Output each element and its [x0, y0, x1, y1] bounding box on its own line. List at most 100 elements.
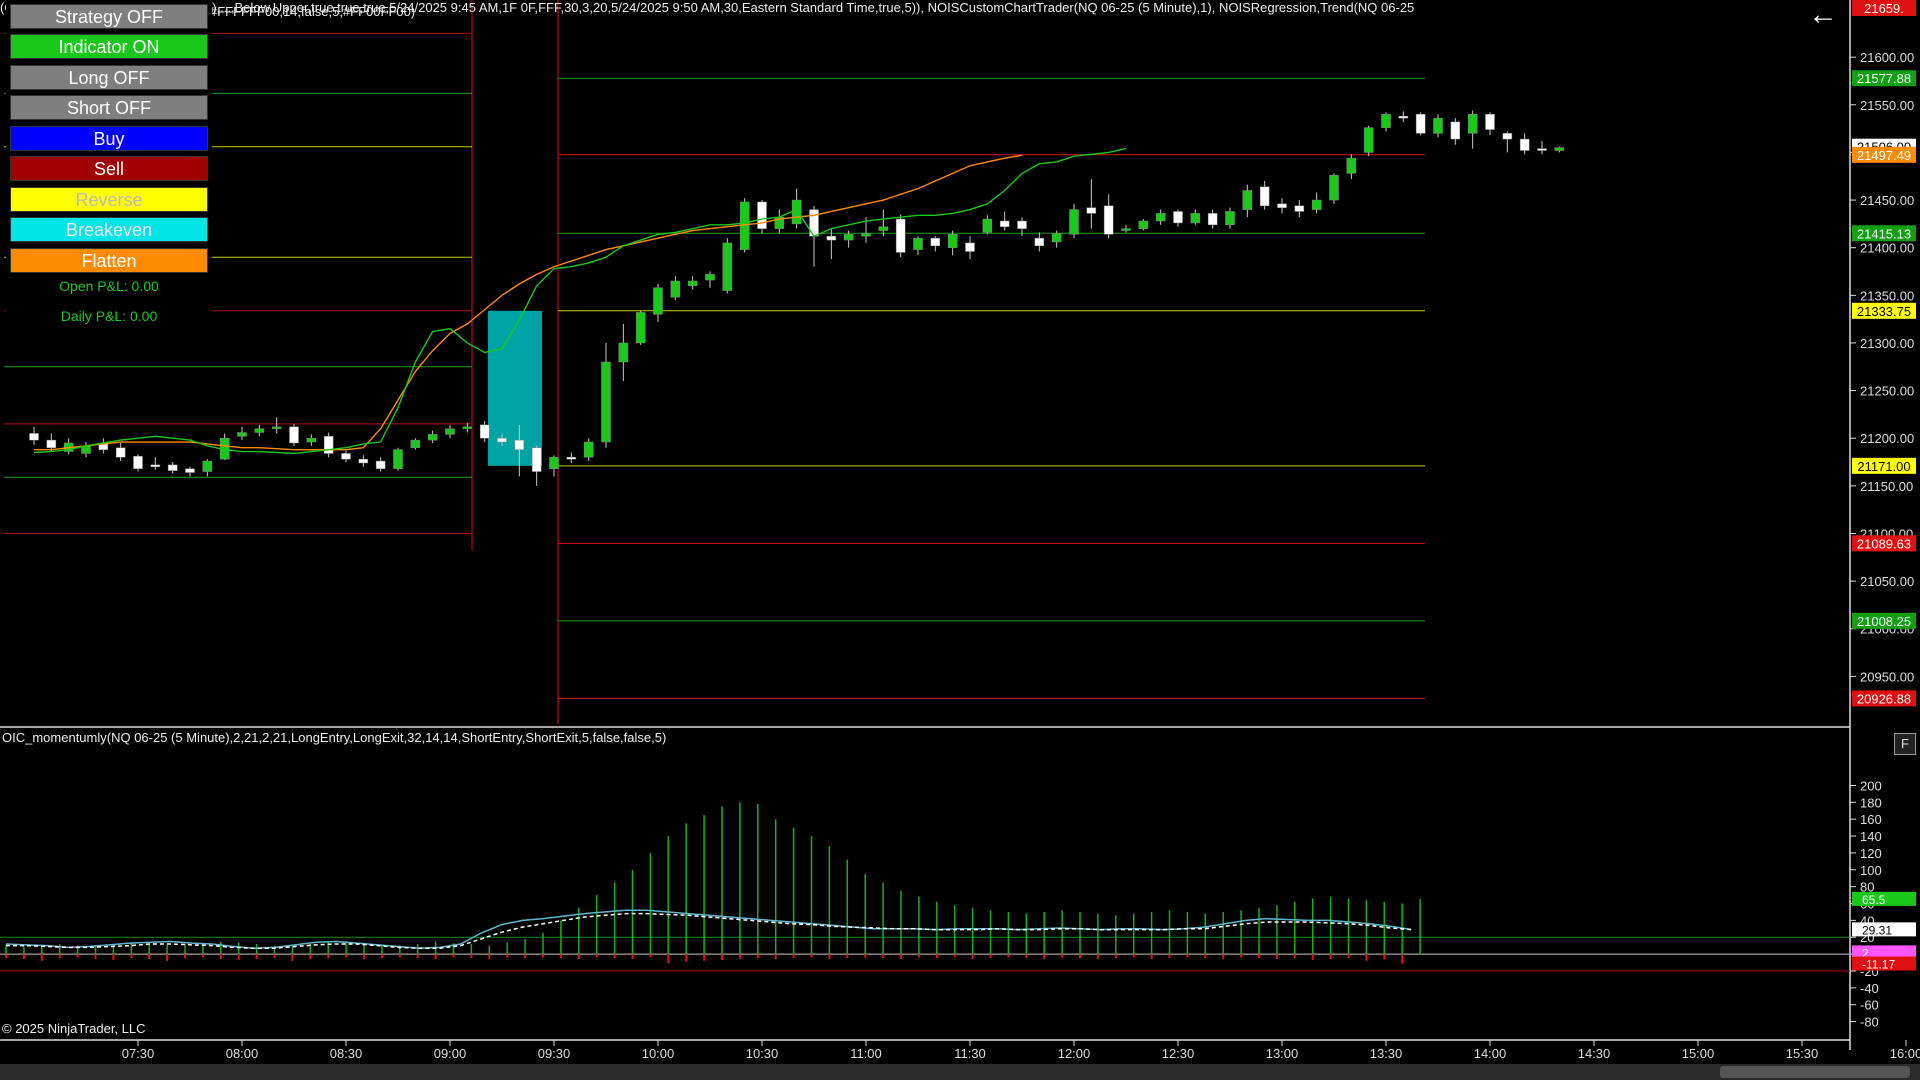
time-tick-label: 14:30 — [1578, 1046, 1611, 1061]
osc-main-line — [6, 912, 1412, 949]
breakeven-button[interactable]: Breakeven — [10, 217, 208, 242]
candle-body — [1138, 220, 1149, 229]
sell-button[interactable]: Sell — [10, 156, 208, 181]
osc-tick-label: 180 — [1860, 795, 1882, 810]
indicator-label: OIC_momentumly(NQ 06-25 (5 Minute),2,21,… — [2, 730, 667, 745]
scrollbar-thumb[interactable] — [1720, 1066, 1910, 1078]
candle-body — [601, 361, 611, 443]
candle-body — [306, 437, 317, 443]
candle-body — [1259, 186, 1270, 207]
osc-tag-label: -11.17 — [1862, 958, 1895, 972]
candle-body — [965, 242, 975, 252]
candle-body — [445, 428, 455, 435]
osc-tick-label: 140 — [1860, 829, 1882, 844]
price-tick-label: 21300.00 — [1860, 336, 1914, 351]
price-tick-label: 21150.00 — [1860, 479, 1913, 494]
time-tick-label: 09:00 — [434, 1046, 467, 1061]
candle-body — [1502, 133, 1513, 140]
candle-body — [1034, 237, 1045, 247]
candle-body — [271, 426, 282, 429]
candle-body — [1381, 114, 1391, 128]
osc-tick-label: -40 — [1860, 981, 1879, 996]
candle-body — [1311, 199, 1322, 210]
price-tick-label: 21250.00 — [1860, 384, 1914, 399]
daily-pnl-label: Daily P&L: 0.00 — [60, 308, 158, 324]
candle-body — [375, 460, 386, 469]
candle-body — [1051, 233, 1062, 243]
candle-body — [1121, 228, 1131, 231]
candle-body — [826, 236, 837, 241]
candle-body — [843, 234, 854, 241]
candle-body — [410, 439, 421, 448]
back-arrow-icon[interactable]: ← — [1808, 0, 1838, 32]
chart-header-line2: #FFFFFF00,14,false,5,#FF00FF00) — [210, 4, 416, 19]
panel-menu-icon[interactable]: F — [1894, 733, 1916, 755]
time-tick-label: 09:30 — [538, 1046, 571, 1061]
time-tick-label: 10:30 — [746, 1046, 779, 1061]
price-tag-label: 21008.25 — [1857, 614, 1911, 629]
candle-body — [1277, 203, 1287, 208]
flatten-button[interactable]: Flatten — [10, 248, 208, 273]
short-toggle-button[interactable]: Short OFF — [10, 95, 208, 120]
price-chart[interactable]: 21600.0021550.0021500.0021450.0021400.00… — [0, 0, 1920, 1080]
copyright-label: © 2025 NinjaTrader, LLC — [2, 1021, 146, 1036]
price-tag-label: 21415.13 — [1857, 226, 1911, 241]
candle-body — [150, 464, 161, 468]
time-tick-label: 11:00 — [850, 1046, 882, 1061]
time-tick-label: 15:30 — [1786, 1046, 1819, 1061]
osc-tick-label: 160 — [1860, 812, 1882, 827]
candle-body — [323, 436, 334, 454]
candle-body — [133, 456, 143, 469]
price-tick-label: 21050.00 — [1860, 574, 1914, 589]
osc-tick-label: 200 — [1860, 778, 1882, 793]
time-tick-label: 15:00 — [1682, 1046, 1715, 1061]
candle-body — [722, 242, 733, 291]
candle-body — [29, 433, 39, 441]
candle-body — [1173, 211, 1183, 224]
price-tick-label: 21450.00 — [1860, 193, 1914, 208]
candle-body — [427, 434, 438, 441]
osc-tick-label: -80 — [1860, 1015, 1879, 1030]
price-tag-label: 21659. — [1864, 1, 1904, 16]
time-tick-label: 08:30 — [330, 1046, 363, 1061]
candle-body — [202, 460, 213, 472]
candle-body — [514, 439, 525, 450]
candle-body — [1537, 148, 1547, 151]
price-tag-label: 21333.75 — [1857, 304, 1911, 319]
horizontal-scrollbar[interactable] — [0, 1064, 1920, 1080]
osc-tag-label: 29.31 — [1862, 923, 1892, 937]
candle-body — [895, 218, 906, 253]
time-tick-label: 11:30 — [954, 1046, 986, 1061]
candle-body — [1155, 213, 1166, 222]
time-tick-label: 10:00 — [642, 1046, 675, 1061]
buy-button[interactable]: Buy — [10, 126, 208, 151]
candle-body — [167, 464, 178, 471]
price-tick-label: 21600.00 — [1860, 50, 1914, 65]
candle-body — [999, 220, 1010, 227]
strategy-toggle-button[interactable]: Strategy OFF — [10, 4, 208, 29]
candle-body — [1346, 157, 1357, 174]
osc-tag-label: 65.5 — [1862, 893, 1886, 907]
candle-body — [913, 237, 923, 250]
reverse-button[interactable]: Reverse — [10, 187, 208, 212]
candle-body — [1485, 114, 1495, 130]
candle-body — [1294, 205, 1305, 212]
indicator-toggle-button[interactable]: Indicator ON — [10, 34, 208, 59]
time-tick-label: 13:30 — [1370, 1046, 1403, 1061]
candle-body — [393, 449, 403, 469]
long-toggle-button[interactable]: Long OFF — [10, 65, 208, 90]
candle-body — [115, 447, 126, 458]
candle-body — [1554, 147, 1565, 151]
price-tag-label: 21171.00 — [1857, 459, 1910, 474]
candle-body — [1190, 213, 1201, 224]
candle-body — [618, 342, 629, 363]
osc-tick-label: 100 — [1860, 863, 1882, 878]
candle-body — [1450, 121, 1461, 140]
time-tick-label: 12:00 — [1058, 1046, 1091, 1061]
time-tick-label: 13:00 — [1266, 1046, 1299, 1061]
candle-body — [757, 201, 767, 229]
candle-body — [1415, 114, 1426, 134]
candle-body — [670, 280, 681, 298]
time-tick-label: 14:00 — [1474, 1046, 1507, 1061]
candle-body — [341, 453, 351, 460]
